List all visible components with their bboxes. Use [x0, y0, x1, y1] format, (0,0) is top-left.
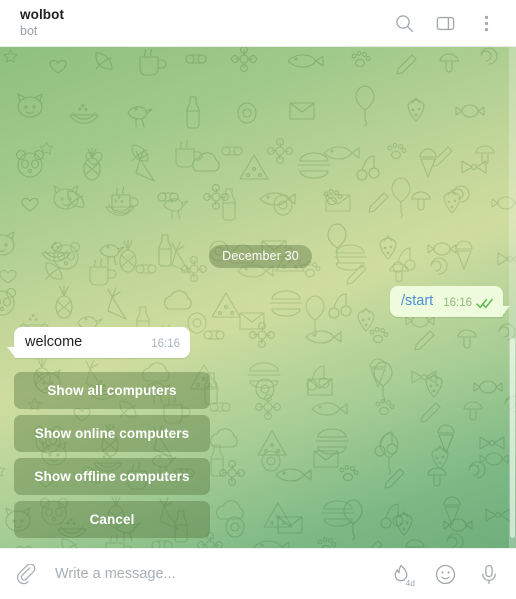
inline-button-show-all-computers[interactable]: Show all computers	[14, 372, 210, 409]
message-row-incoming: welcome 16:16	[7, 327, 507, 358]
chat-scrollbar[interactable]	[509, 47, 516, 548]
header-actions	[392, 11, 498, 35]
attach-paperclip-icon[interactable]	[13, 561, 39, 587]
peer-title: wolbot	[20, 7, 65, 22]
message-meta: 16:16	[151, 338, 180, 352]
message-bubble-incoming[interactable]: welcome 16:16	[7, 327, 190, 358]
date-divider-row: December 30	[14, 245, 507, 268]
chat-area: December 30 /start 16:16 welcome 16:16 S…	[0, 47, 516, 548]
telegram-chat-window: wolbot bot December 30 /start 16:16 welc…	[0, 0, 516, 599]
message-time: 16:16	[151, 338, 180, 350]
auto-delete-timer-label: 4d	[404, 578, 415, 588]
chat-header: wolbot bot	[0, 0, 516, 47]
peer-info[interactable]: wolbot bot	[20, 7, 392, 39]
peer-subtitle: bot	[20, 24, 38, 38]
toggle-sidebar-icon[interactable]	[433, 11, 457, 35]
more-options-icon[interactable]	[474, 11, 498, 35]
message-time: 16:16	[443, 297, 472, 309]
message-bubble-outgoing[interactable]: /start 16:16	[389, 286, 503, 317]
inline-keyboard: Show all computers Show online computers…	[14, 372, 210, 538]
message-input[interactable]	[55, 566, 378, 582]
date-divider: December 30	[209, 245, 312, 268]
voice-message-microphone-icon[interactable]	[476, 561, 502, 587]
read-receipt-double-check-icon	[476, 298, 493, 309]
inline-button-show-offline-computers[interactable]: Show offline computers	[14, 458, 210, 495]
message-meta: 16:16	[443, 297, 493, 311]
message-composer: 4d	[0, 548, 516, 599]
auto-delete-timer-icon[interactable]: 4d	[388, 561, 415, 588]
chat-scrollbar-thumb[interactable]	[510, 337, 515, 538]
message-text[interactable]: /start	[401, 292, 433, 311]
message-text: welcome	[25, 334, 83, 350]
composer-actions: 4d	[388, 561, 502, 588]
emoji-icon[interactable]	[432, 561, 458, 587]
inline-button-show-online-computers[interactable]: Show online computers	[14, 415, 210, 452]
message-row-outgoing: /start 16:16	[14, 286, 507, 317]
message-list: December 30 /start 16:16 welcome 16:16 S…	[0, 47, 516, 548]
inline-button-cancel[interactable]: Cancel	[14, 501, 210, 538]
search-icon[interactable]	[392, 11, 416, 35]
